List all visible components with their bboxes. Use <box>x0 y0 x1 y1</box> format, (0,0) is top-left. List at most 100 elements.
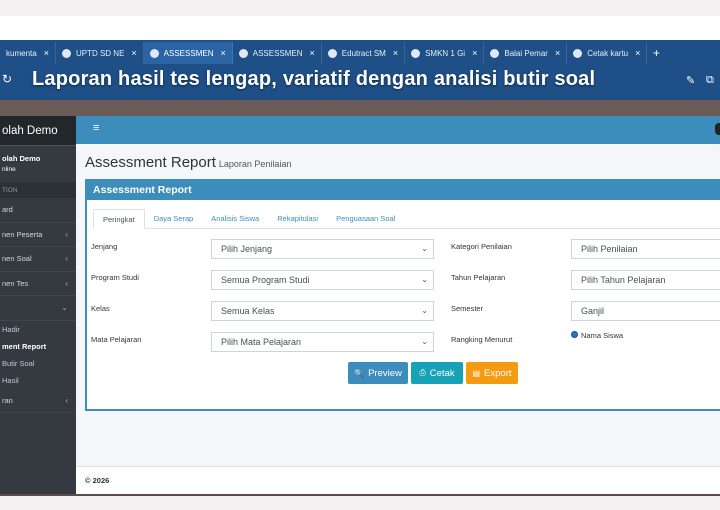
chevron-down-icon: ⌄ <box>61 303 68 313</box>
close-icon[interactable]: × <box>393 48 398 58</box>
tahun-pelajaran-label: Tahun Pelajaran <box>451 273 506 282</box>
close-icon[interactable]: × <box>310 48 315 58</box>
file-excel-icon: ▤ <box>472 368 481 378</box>
semester-value: Ganjil <box>581 306 605 316</box>
kategori-penilaian-label: Kategori Penilaian <box>451 242 512 251</box>
tab-daya-serap[interactable]: Daya Serap <box>145 209 203 229</box>
tab-analisis-siswa[interactable]: Analisis Siswa <box>202 209 268 229</box>
browser-tab[interactable]: UPTD SD NE × <box>56 42 144 64</box>
caption-overlay: Laporan hasil tes lengap, variatif denga… <box>32 68 596 90</box>
browser-tab[interactable]: ASSESSMEN × <box>233 42 322 64</box>
favicon-icon <box>573 48 583 58</box>
browser-tab[interactable]: Cetak kartu × <box>567 42 648 64</box>
report-tabs: Peringkat Daya Serap Analisis Siswa Reka… <box>93 209 720 229</box>
sidebar-item-tes[interactable]: nen Tes ‹ <box>0 272 76 296</box>
sidebar-subitem-hadir[interactable]: Hadir <box>0 321 76 338</box>
browser-tab[interactable]: SMKN 1 Gi × <box>405 42 485 64</box>
tab-title: SMKN 1 Gi <box>425 48 466 58</box>
kategori-penilaian-select[interactable]: Pilih Penilaian <box>571 239 720 259</box>
export-button[interactable]: ▤ Export <box>466 362 518 384</box>
mata-pelajaran-label: Mata Pelajaran <box>91 335 142 344</box>
favicon-icon <box>61 48 71 58</box>
sidebar-item-label: ard <box>2 205 13 215</box>
jenjang-value: Pilih Jenjang <box>221 244 273 254</box>
sidebar-item-label: ran <box>2 395 13 405</box>
tab-title: ASSESSMEN <box>163 48 214 58</box>
tab-title: Cetak kartu <box>587 48 629 58</box>
favicon-icon <box>149 48 159 58</box>
extension-icon[interactable]: ✎ <box>686 74 695 87</box>
sidebar-user-panel: olah Demo nline <box>0 146 76 182</box>
jenjang-select[interactable]: Pilih Jenjang ⌄ <box>211 239 434 259</box>
sidebar-item-dashboard[interactable]: ard <box>0 198 76 223</box>
browser-tab[interactable]: Edutract SM × <box>322 42 406 64</box>
sidebar-brand[interactable]: olah Demo <box>0 116 76 146</box>
favicon-icon <box>490 48 500 58</box>
top-navbar: ≡ <box>76 116 720 144</box>
sidebar-item-soal[interactable]: nen Soal ‹ <box>0 247 76 272</box>
sidebar-item-laporan[interactable]: ran ‹ <box>0 389 76 413</box>
preview-button[interactable]: 🔍 Preview <box>348 362 408 384</box>
user-menu-icon[interactable] <box>715 123 720 135</box>
radio-nama-siswa[interactable] <box>571 331 578 338</box>
favicon-icon <box>327 48 337 58</box>
chevron-down-icon: ⌄ <box>421 275 428 284</box>
program-studi-select[interactable]: Semua Program Studi ⌄ <box>211 270 434 290</box>
sidebar-item-laporan-group[interactable]: ⌄ <box>0 296 76 321</box>
chevron-left-icon: ‹ <box>65 278 68 288</box>
screen-bezel-top <box>0 0 720 16</box>
close-icon[interactable]: × <box>555 48 560 58</box>
sidebar-subitem-assessment-report[interactable]: ment Report <box>0 338 76 355</box>
mata-pelajaran-value: Pilih Mata Pelajaran <box>221 337 302 347</box>
sidebar-subitem-butir-soal[interactable]: Butir Soal <box>0 355 76 372</box>
card-title: Assessment Report <box>87 179 720 200</box>
close-icon[interactable]: × <box>635 48 640 58</box>
tab-title: Edutract SM <box>341 48 386 58</box>
user-name: olah Demo <box>2 154 41 163</box>
browser-tabbar-background <box>0 16 720 42</box>
program-studi-value: Semua Program Studi <box>221 275 310 285</box>
close-icon[interactable]: × <box>472 48 477 58</box>
kelas-select[interactable]: Semua Kelas ⌄ <box>211 301 434 321</box>
tahun-pelajaran-select[interactable]: Pilih Tahun Pelajaran <box>571 270 720 290</box>
sidebar-item-peserta[interactable]: nen Peserta ‹ <box>0 223 76 247</box>
cetak-label: Cetak <box>429 367 455 379</box>
favicon-icon <box>411 48 421 58</box>
tab-peringkat[interactable]: Peringkat <box>93 209 145 229</box>
browser-tab[interactable]: kumenta × <box>0 42 56 64</box>
chevron-left-icon: ‹ <box>65 395 68 405</box>
page-subtitle: Laporan Penilaian <box>218 159 292 169</box>
export-label: Export <box>484 367 512 379</box>
kelas-value: Semua Kelas <box>221 306 275 316</box>
radio-nama-siswa-label: Nama Siswa <box>581 331 624 340</box>
footer-copyright: © 2026 <box>85 476 110 485</box>
content-area: Assessment Report Laporan Penilaian Asses… <box>76 144 720 466</box>
search-icon: 🔍 <box>354 368 365 378</box>
print-icon: ⎙ <box>419 368 426 377</box>
browser-tab-active[interactable]: ASSESSMEN × <box>143 42 233 64</box>
puzzle-icon[interactable]: ⧉ <box>706 74 714 87</box>
close-icon[interactable]: × <box>44 48 49 58</box>
close-icon[interactable]: × <box>220 48 225 58</box>
tab-rekapitulasi[interactable]: Rekapitulasi <box>268 209 327 229</box>
sidebar-section-header: TION <box>0 182 76 198</box>
browser-tab[interactable]: Balai Pemar × <box>484 42 568 64</box>
sidebar-item-label: nen Tes <box>2 278 29 288</box>
sidebar-subitem-hasil[interactable]: Hasil <box>0 372 76 389</box>
tab-title: kumenta <box>6 48 37 58</box>
sidebar: olah Demo olah Demo nline TION ard nen P… <box>0 116 76 496</box>
tab-title: Balai Pemar <box>504 48 548 58</box>
close-icon[interactable]: × <box>131 48 136 58</box>
semester-select[interactable]: Ganjil <box>571 301 720 321</box>
preview-label: Preview <box>368 367 402 379</box>
tab-penguasaan-soal[interactable]: Penguasaan Soal <box>327 209 404 229</box>
menu-icon[interactable]: ≡ <box>93 122 99 134</box>
page-title-text: Assessment Report <box>85 154 216 171</box>
new-tab-button[interactable]: + <box>647 42 665 64</box>
reload-icon[interactable]: ↻ <box>2 72 12 86</box>
tab-title: ASSESSMEN <box>252 48 303 58</box>
chevron-left-icon: ‹ <box>65 229 68 239</box>
cetak-button[interactable]: ⎙ Cetak <box>411 362 463 384</box>
mata-pelajaran-select[interactable]: Pilih Mata Pelajaran ⌄ <box>211 332 434 352</box>
footer: © 2026 <box>76 466 720 494</box>
